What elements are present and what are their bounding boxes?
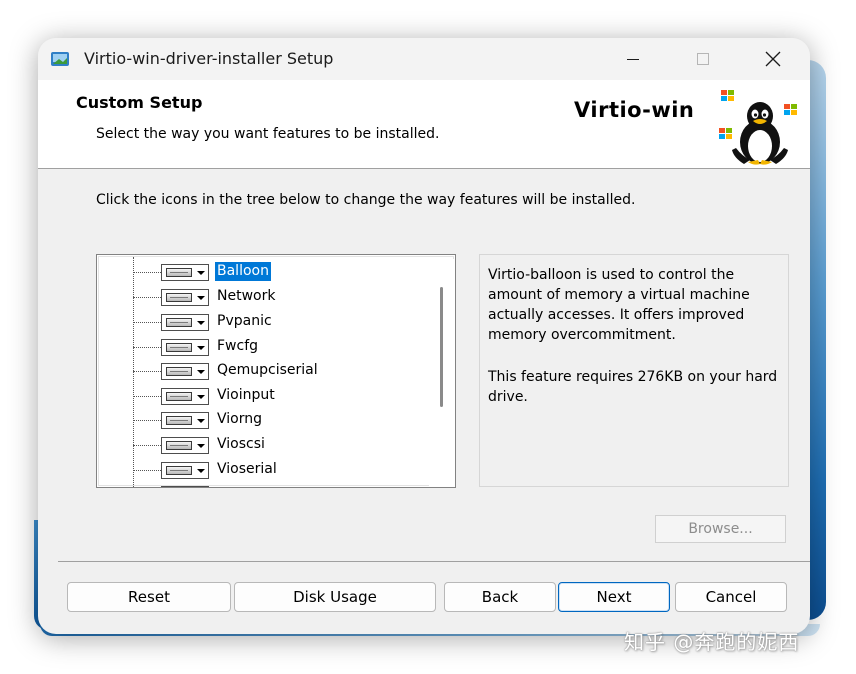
tree-scrollbar[interactable] [429,259,455,487]
hard-drive-dropdown-icon[interactable] [161,486,209,487]
product-logo-text: Virtio-win [574,98,695,122]
feature-tree-viewport: Balloon Network Pvpanic Fwcfg Qemupciser [98,256,455,487]
close-button[interactable] [738,38,808,80]
tree-branch-line [133,470,161,471]
minimize-button[interactable] [598,38,668,80]
footer-divider [58,561,810,562]
desktop-wallpaper-edge [808,60,826,620]
hard-drive-dropdown-icon[interactable] [161,412,209,429]
tree-item-label[interactable]: Viorng [215,410,264,429]
tree-branch-line [133,396,161,397]
tree-item-label[interactable]: Balloon [215,262,271,281]
disk-usage-button[interactable]: Disk Usage [234,582,436,612]
tree-item-label[interactable]: Vioinput [215,386,277,405]
setup-window: Virtio-win-driver-installer Setup Custom… [38,38,810,634]
title-bar[interactable]: Virtio-win-driver-installer Setup [38,38,810,80]
tree-item-viorng[interactable]: Viorng [133,408,423,432]
tree-branch-line [133,371,161,372]
tree-branch-line [133,420,161,421]
next-button[interactable]: Next [558,582,670,612]
hard-drive-dropdown-icon[interactable] [161,289,209,306]
hard-drive-dropdown-icon[interactable] [161,314,209,331]
tree-item-label[interactable]: Fwcfg [215,337,260,356]
watermark-text: 知乎 @奔跑的妮西 [624,630,800,654]
hard-drive-dropdown-icon[interactable] [161,388,209,405]
feature-description-panel: Virtio-balloon is used to control the am… [479,254,789,487]
banner-header: Custom Setup Select the way you want fea… [38,80,810,169]
tree-item-label[interactable]: Pvpanic [215,312,274,331]
tree-branch-line [133,445,161,446]
tree-item-vioserial[interactable]: Vioserial [133,458,423,482]
hard-drive-dropdown-icon[interactable] [161,264,209,281]
page-title: Custom Setup [76,93,203,112]
hard-drive-dropdown-icon[interactable] [161,363,209,380]
maximize-button[interactable] [668,38,738,80]
tree-item-network[interactable]: Network [133,285,423,309]
hard-drive-dropdown-icon[interactable] [161,462,209,479]
tree-item-label[interactable]: Network [215,287,277,306]
hard-drive-dropdown-icon[interactable] [161,339,209,356]
feature-size-requirement: This feature requires 276KB on your hard… [488,369,778,405]
tree-item-balloon[interactable]: Balloon [133,260,423,284]
tree-item-fwcfg[interactable]: Fwcfg [133,335,423,359]
instruction-text: Click the icons in the tree below to cha… [96,192,636,208]
feature-description-text: Virtio-balloon is used to control the am… [488,267,750,343]
reset-button[interactable]: Reset [67,582,231,612]
installer-icon [51,52,69,66]
tree-branch-line [133,272,161,273]
tree-item-label[interactable]: Qemupciserial [215,361,320,380]
back-button[interactable]: Back [444,582,556,612]
tree-item-partial[interactable] [133,482,423,487]
tree-item-vioinput[interactable]: Vioinput [133,384,423,408]
tree-item-qemupciserial[interactable]: Qemupciserial [133,359,423,383]
tree-item-vioscsi[interactable]: Vioscsi [133,433,423,457]
cancel-button[interactable]: Cancel [675,582,787,612]
tree-scrollbar-thumb[interactable] [440,287,443,407]
tree-item-pvpanic[interactable]: Pvpanic [133,310,423,334]
feature-tree[interactable]: Balloon Network Pvpanic Fwcfg Qemupciser [96,254,456,488]
tree-item-label[interactable]: Vioserial [215,460,279,479]
close-icon [765,51,781,67]
tree-branch-line [133,347,161,348]
tree-branch-line [133,297,161,298]
minimize-icon [627,59,639,60]
page-subtitle: Select the way you want features to be i… [96,126,440,142]
maximize-icon [697,53,709,65]
tree-branch-line [133,322,161,323]
window-title: Virtio-win-driver-installer Setup [84,49,334,68]
windows-flag-icon [721,90,734,101]
hard-drive-dropdown-icon[interactable] [161,437,209,454]
tree-item-label[interactable]: Vioscsi [215,435,267,454]
tux-penguin-windows-logo [719,90,797,165]
browse-button[interactable]: Browse... [655,515,786,543]
